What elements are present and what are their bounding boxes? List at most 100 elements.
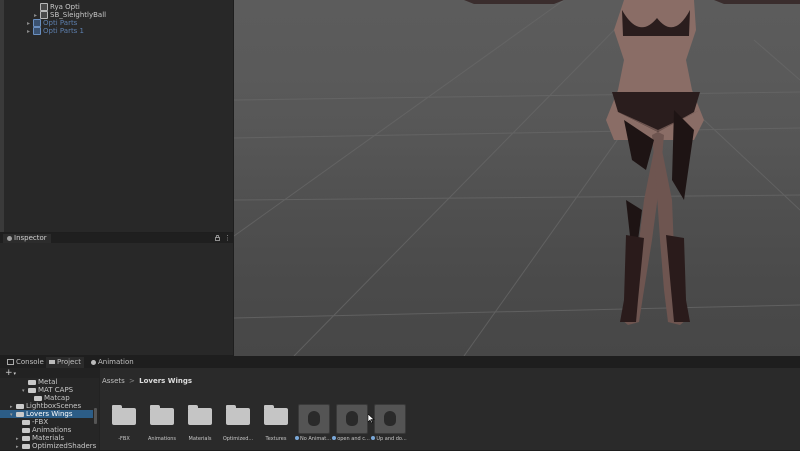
tree-folder-item[interactable]: Animations — [0, 426, 93, 434]
folder-icon — [150, 405, 174, 425]
tree-folder-label: Materials — [32, 434, 65, 442]
tree-folder-item[interactable]: Matcap — [0, 394, 93, 402]
tree-folder-label: OptimizedShaders — [32, 442, 97, 450]
breadcrumb-separator: > — [129, 377, 135, 385]
asset-folder[interactable]: Textures — [261, 394, 291, 442]
hierarchy-item[interactable]: ▸ SB_SleightlyBall — [34, 11, 106, 19]
tree-folder-item[interactable]: ▸ LightboxScenes — [0, 402, 93, 410]
tab-inspector[interactable]: Inspector — [3, 234, 51, 243]
asset-folder[interactable]: Optimized... — [223, 394, 253, 442]
asset-label: Optimized... — [222, 436, 254, 442]
tree-folder-label: Matcap — [44, 394, 70, 402]
tree-folder-item[interactable]: ▾ MAT CAPS — [0, 386, 93, 394]
tree-folder-item[interactable]: Metal — [0, 378, 93, 386]
tree-folder-item[interactable]: -FBX — [0, 418, 93, 426]
tab-console[interactable]: Console — [4, 357, 47, 368]
animation-clip-icon — [332, 436, 337, 440]
tab-animation-label: Animation — [98, 358, 134, 366]
asset-animation-clip[interactable]: Up and do... — [371, 394, 407, 442]
animation-clip-icon — [294, 436, 299, 440]
tree-scrollbar[interactable] — [94, 408, 97, 424]
hierarchy-item-label: Opti Parts — [43, 19, 78, 27]
breadcrumb-current[interactable]: Lovers Wings — [139, 377, 192, 385]
inspector-panel: Inspector ⋮ — [0, 233, 233, 355]
asset-animation-clip[interactable]: open and c... — [332, 394, 370, 442]
tree-folder-label: Animations — [32, 426, 72, 434]
tree-folder-item[interactable]: ▸ Materials — [0, 434, 93, 442]
asset-label: Animations — [147, 436, 177, 442]
chevron-down-icon: ▾ — [13, 371, 17, 377]
tree-folder-item[interactable]: ▸ OptimizedShaders — [0, 442, 97, 450]
folder-icon — [188, 405, 212, 425]
asset-browser: Assets > Lovers Wings -FBX Animations Mate… — [100, 368, 800, 450]
asset-label-wrap: open and c... — [332, 436, 370, 442]
project-folder-tree: Metal ▾ MAT CAPS Matcap ▸ LightboxScenes ▾ Love… — [0, 378, 99, 450]
animation-preview-thumbnail — [374, 404, 406, 434]
bottom-tabbar: Console Project Animation — [0, 356, 800, 368]
hierarchy-item[interactable]: ▸ Opti Parts — [27, 19, 77, 27]
gameobject-icon — [40, 11, 48, 19]
folder-icon — [16, 403, 24, 409]
folder-icon — [226, 405, 250, 425]
folder-icon — [22, 427, 30, 433]
animation-clip-icon — [371, 436, 376, 440]
scene-view[interactable] — [234, 0, 800, 356]
inspector-tab-label: Inspector — [14, 234, 47, 242]
folder-icon — [22, 435, 30, 441]
asset-label-wrap: Up and do... — [370, 436, 408, 442]
breadcrumb: Assets > Lovers Wings — [100, 376, 800, 386]
tree-folder-label: -FBX — [32, 418, 49, 426]
hierarchy-item-label: SB_SleightlyBall — [50, 11, 107, 19]
folder-icon — [264, 405, 288, 425]
folder-icon — [16, 411, 24, 417]
tree-folder-label: Metal — [38, 378, 58, 386]
folder-icon — [49, 360, 55, 364]
hierarchy-item[interactable]: ▸ Opti Parts 1 — [27, 27, 84, 35]
mouse-cursor-icon — [367, 413, 375, 426]
folder-icon — [28, 379, 36, 385]
hierarchy-item[interactable]: Rya Opti — [34, 3, 80, 11]
inspector-tabbar: Inspector ⋮ — [0, 233, 233, 243]
animation-preview-thumbnail — [336, 404, 368, 434]
tab-project[interactable]: Project — [46, 357, 84, 368]
hierarchy-item-label: Rya Opti — [50, 3, 80, 11]
animation-preview-thumbnail — [298, 404, 330, 434]
asset-label: Materials — [188, 436, 212, 442]
kebab-menu-icon[interactable]: ⋮ — [224, 233, 231, 243]
tree-folder-label: Lovers Wings — [26, 410, 73, 418]
asset-label-wrap: No Animat... — [294, 436, 332, 442]
tree-folder-label: LightboxScenes — [26, 402, 82, 410]
asset-folder[interactable]: -FBX — [109, 394, 139, 442]
tree-folder-label: MAT CAPS — [38, 386, 74, 394]
asset-label: Up and do... — [376, 436, 407, 442]
hierarchy-panel: Rya Opti ▸ SB_SleightlyBall ▸ Opti Parts ▸ Opt… — [0, 0, 233, 232]
breadcrumb-root[interactable]: Assets — [102, 377, 125, 385]
folder-icon — [22, 419, 30, 425]
hierarchy-scroll-strip — [0, 0, 4, 232]
asset-folder[interactable]: Animations — [147, 394, 177, 442]
folder-icon — [34, 395, 42, 401]
hierarchy-item-label: Opti Parts 1 — [43, 27, 85, 35]
lock-icon[interactable] — [215, 234, 220, 241]
gameobject-icon — [33, 19, 41, 27]
console-icon — [7, 359, 14, 365]
asset-animation-clip[interactable]: No Animat... — [294, 394, 331, 442]
folder-icon — [22, 443, 30, 449]
folder-icon — [28, 387, 36, 393]
asset-folder[interactable]: Materials — [185, 394, 215, 442]
asset-label: Textures — [265, 436, 287, 442]
tab-console-label: Console — [16, 358, 44, 366]
create-button[interactable]: +▾ — [5, 368, 16, 378]
animation-icon — [91, 359, 96, 365]
asset-label: No Animat... — [299, 436, 332, 442]
project-window: Console Project Animation +▾ Metal ▾ MAT C… — [0, 356, 800, 450]
tab-animation[interactable]: Animation — [88, 357, 137, 368]
info-icon — [7, 235, 12, 241]
avatar-model — [464, 0, 800, 325]
asset-label: -FBX — [118, 436, 130, 442]
create-button-label: + — [5, 368, 13, 378]
gameobject-icon — [40, 3, 48, 11]
tab-project-label: Project — [57, 358, 81, 366]
tree-folder-item[interactable]: ▾ Lovers Wings — [0, 410, 93, 418]
gameobject-icon — [33, 27, 41, 35]
